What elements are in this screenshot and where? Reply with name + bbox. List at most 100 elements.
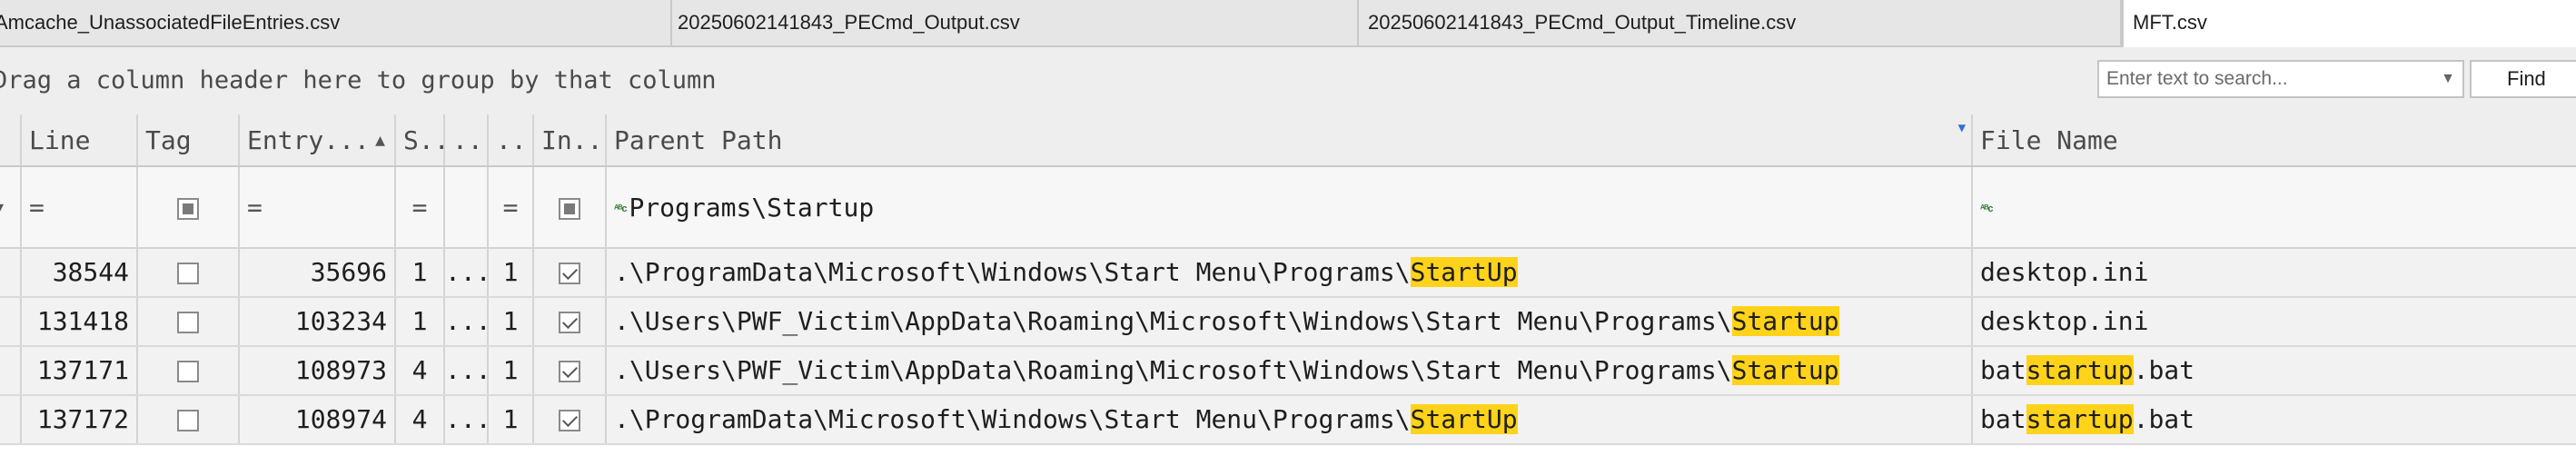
column-header-sequence[interactable]: S... xyxy=(396,114,445,165)
cell-sequence[interactable]: 1 xyxy=(396,298,445,345)
cell-entry-value: 108973 xyxy=(294,355,387,385)
in-use-checkbox[interactable] xyxy=(559,361,580,382)
cell-file-name[interactable]: desktop.ini xyxy=(1973,298,2576,345)
cell-col5[interactable]: ... xyxy=(445,347,489,394)
tag-filter-checkbox[interactable] xyxy=(177,198,199,220)
cell-sequence[interactable]: 4 xyxy=(396,396,445,443)
tab-label: Amcache_UnassociatedFileEntries.csv xyxy=(0,11,341,34)
cell-tag[interactable] xyxy=(138,298,240,345)
cell-sequence[interactable]: 1 xyxy=(396,249,445,296)
group-by-hint: Drag a column header here to group by th… xyxy=(0,66,717,94)
cell-tag[interactable] xyxy=(138,249,240,296)
search-match-highlight: startup xyxy=(2026,355,2134,385)
cell-parent-path[interactable]: .\ProgramData\Microsoft\Windows\Start Me… xyxy=(607,249,1973,296)
cell-col6[interactable]: 1 xyxy=(489,249,534,296)
table-row[interactable]: 137171 108973 4... 1 .\Users\PWF_Victim\AppD… xyxy=(0,347,2576,396)
cell-col6[interactable]: 1 xyxy=(489,347,534,394)
path-text: .\Users\PWF_Victim\AppData\Roaming\Micro… xyxy=(614,306,1732,336)
cell-col5-value: ... xyxy=(445,355,489,385)
in-use-checkbox[interactable] xyxy=(559,263,580,284)
filter-cell-sequence[interactable]: = xyxy=(396,167,445,247)
in-use-checkbox[interactable] xyxy=(559,410,580,431)
search-match-highlight: startup xyxy=(2026,404,2134,434)
cell-entry-value: 103234 xyxy=(294,306,387,336)
search-box[interactable]: ▼ xyxy=(2097,60,2464,98)
parent-path-filter-value: Programs\Startup xyxy=(629,193,875,223)
cell-col5[interactable]: ... xyxy=(445,249,489,296)
in-use-filter-checkbox[interactable] xyxy=(559,198,580,220)
tab-amcache-unassociated[interactable]: Amcache_UnassociatedFileEntries.csv xyxy=(0,0,672,45)
column-header-entry[interactable]: Entry... ▲ xyxy=(240,114,396,165)
in-use-checkbox[interactable] xyxy=(559,312,580,333)
cell-line[interactable]: 131418 xyxy=(22,298,138,345)
table-row[interactable]: 137172 108974 4... 1 .\ProgramData\Microsoft… xyxy=(0,396,2576,445)
column-header-file-name[interactable]: File Name xyxy=(1973,114,2576,165)
column-header-col5[interactable]: ... xyxy=(445,114,489,165)
column-header-line[interactable]: Line xyxy=(22,114,138,165)
filter-icon[interactable]: ▼ xyxy=(1958,102,1966,154)
cell-entry[interactable]: 108974 xyxy=(240,396,396,443)
chevron-down-icon[interactable]: ▼ xyxy=(2441,65,2455,93)
cell-in-use[interactable] xyxy=(534,249,607,296)
table-row[interactable]: 38544 35696 1... 1 .\ProgramData\Microsoft\W… xyxy=(0,249,2576,298)
row-indicator[interactable] xyxy=(0,298,22,345)
filter-cell-file-name[interactable]: ᴬᴮc xyxy=(1973,167,2576,247)
cell-entry[interactable]: 103234 xyxy=(240,298,396,345)
find-button[interactable]: Find xyxy=(2470,60,2576,98)
group-by-panel[interactable]: Drag a column header here to group by th… xyxy=(0,47,2576,116)
search-match-highlight: Startup xyxy=(1731,306,1839,336)
column-header-col6[interactable]: ... xyxy=(489,114,534,165)
cell-file-name[interactable]: batstartup.bat xyxy=(1973,396,2576,443)
tab-pecmd-timeline[interactable]: 20250602141843_PECmd_Output_Timeline.csv xyxy=(1359,0,2122,45)
search-input[interactable] xyxy=(2099,62,2424,96)
cell-entry[interactable]: 108973 xyxy=(240,347,396,394)
row-indicator[interactable] xyxy=(0,347,22,394)
cell-line[interactable]: 38544 xyxy=(22,249,138,296)
filter-cell-parent-path[interactable]: ᴬᴮc Programs\Startup xyxy=(607,167,1973,247)
cell-entry[interactable]: 35696 xyxy=(240,249,396,296)
cell-col5[interactable]: ... xyxy=(445,298,489,345)
cell-file-name[interactable]: batstartup.bat xyxy=(1973,347,2576,394)
cell-in-use[interactable] xyxy=(534,347,607,394)
auto-filter-row: ▼ = = = = ᴬᴮcPrograms\Startup ᴬᴮc xyxy=(0,167,2576,249)
tag-checkbox[interactable] xyxy=(177,263,199,284)
column-header-parent-path[interactable]: Parent Path ▼ xyxy=(607,114,1973,165)
filter-cell-col6[interactable]: = xyxy=(489,167,534,247)
row-indicator[interactable] xyxy=(0,249,22,296)
cell-parent-path[interactable]: .\Users\PWF_Victim\AppData\Roaming\Micro… xyxy=(607,347,1973,394)
filter-cell-line[interactable]: = xyxy=(22,167,138,247)
filter-cell-col5[interactable] xyxy=(445,167,489,247)
cell-in-use[interactable] xyxy=(534,396,607,443)
tag-checkbox[interactable] xyxy=(177,361,199,382)
column-header-row: Line Tag Entry... ▲ S... ... ... In... P… xyxy=(0,114,2576,167)
file-text: bat xyxy=(1980,355,2026,385)
cell-line-value: 137172 xyxy=(36,404,129,434)
cell-tag[interactable] xyxy=(138,396,240,443)
tab-pecmd-output[interactable]: 20250602141843_PECmd_Output.csv xyxy=(672,0,1359,45)
tab-mft[interactable]: MFT.csv xyxy=(2122,0,2576,47)
cell-in-use[interactable] xyxy=(534,298,607,345)
row-indicator[interactable] xyxy=(0,396,22,443)
cell-parent-path[interactable]: .\Users\PWF_Victim\AppData\Roaming\Micro… xyxy=(607,298,1973,345)
cell-parent-path[interactable]: .\ProgramData\Microsoft\Windows\Start Me… xyxy=(607,396,1973,443)
cell-file-name[interactable]: desktop.ini xyxy=(1973,249,2576,296)
cell-line-value: 131418 xyxy=(36,306,129,336)
cell-col5-value: ... xyxy=(445,257,489,287)
cell-line[interactable]: 137171 xyxy=(22,347,138,394)
filter-cell-tag[interactable] xyxy=(138,167,240,247)
column-header-in-use[interactable]: In... xyxy=(534,114,607,165)
tab-label: MFT.csv xyxy=(2133,11,2207,34)
cell-tag[interactable] xyxy=(138,347,240,394)
file-text: bat xyxy=(1980,404,2026,434)
cell-col6[interactable]: 1 xyxy=(489,396,534,443)
cell-line[interactable]: 137172 xyxy=(22,396,138,443)
tag-checkbox[interactable] xyxy=(177,312,199,333)
filter-cell-in-use[interactable] xyxy=(534,167,607,247)
cell-col6[interactable]: 1 xyxy=(489,298,534,345)
tag-checkbox[interactable] xyxy=(177,410,199,431)
table-row[interactable]: 131418 103234 1... 1 .\Users\PWF_Victim\AppD… xyxy=(0,298,2576,347)
column-header-tag[interactable]: Tag xyxy=(138,114,240,165)
cell-col5[interactable]: ... xyxy=(445,396,489,443)
filter-cell-entry[interactable]: = xyxy=(240,167,396,247)
cell-sequence[interactable]: 4 xyxy=(396,347,445,394)
